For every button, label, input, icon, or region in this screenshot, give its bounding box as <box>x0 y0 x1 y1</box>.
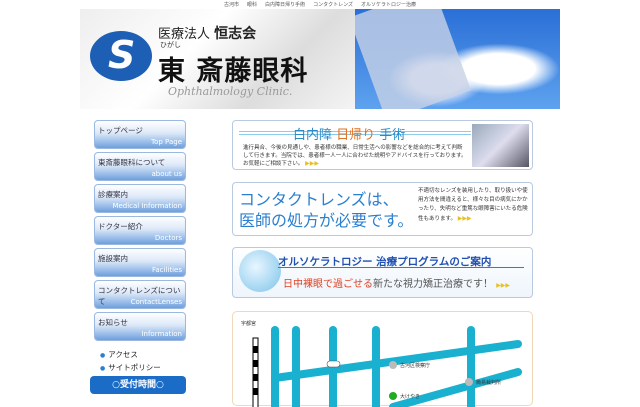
map-label-prosecutors-office: 古河区検察庁 <box>400 363 431 369</box>
orthokeratology-banner[interactable]: オルソケラトロジー 治療プログラムのご案内 日中裸眼で過ごせる新たな視力矯正治療… <box>232 247 533 298</box>
lens-icon <box>239 250 281 292</box>
nav-contact-lenses[interactable]: コンタクトレンズについて ContactLenses <box>94 280 186 309</box>
access-map[interactable]: 宇都宮 古河区検察庁 簡易裁判所 大けやき <box>232 311 533 407</box>
railway-line <box>252 337 259 407</box>
header-sky-image <box>355 9 560 109</box>
nav-doctors[interactable]: ドクター紹介 Doctors <box>94 216 186 245</box>
eye-chart-image <box>355 9 472 109</box>
doctor-photo <box>472 124 529 167</box>
map-label-okeyaki: 大けやき <box>400 394 421 400</box>
keyword: 古河市 <box>224 2 240 8</box>
clinic-logo-icon <box>90 31 152 81</box>
banner-title: 白内障 日帰り 手術 <box>293 128 406 143</box>
sub-links: アクセス サイトポリシー <box>100 349 161 375</box>
map-label-summary-court: 簡易裁判所 <box>476 380 502 386</box>
header-logo-area[interactable]: 医療法人 恒志会 ひがし 東 斎藤眼科 Ophthalmology Clinic… <box>80 9 355 109</box>
nav-information[interactable]: お知らせ Information <box>94 312 186 341</box>
banner-text: 不適切なレンズを装用したり、取り扱いや使用方法を間違えると、様々な目の病気にかか… <box>418 188 528 222</box>
keyword: コンタクトレンズ <box>313 2 353 8</box>
map-roads <box>252 326 522 407</box>
traffic-light-icon <box>326 360 341 368</box>
keyword: 白内障日帰り手術 <box>265 2 306 8</box>
reception-hours-heading: ○受付時間○ <box>90 376 186 394</box>
nav-top-page[interactable]: トップページ Top Page <box>94 120 186 149</box>
banner-subtitle: 日中裸眼で過ごせる新たな視力矯正治療です！ ▶▶▶ <box>283 279 511 290</box>
top-keyword-links: 古河市 眼科 白内障日帰り手術 コンタクトレンズ オルソケラトロジー治療 <box>0 1 640 8</box>
site-policy-link[interactable]: サイトポリシー <box>100 362 161 375</box>
banner-title: コンタクトレンズは、 医師の処方が必要です。 <box>239 190 414 230</box>
keyword: オルソケラトロジー治療 <box>360 2 416 8</box>
divider <box>278 267 524 268</box>
clinic-name: 東 斎藤眼科 <box>158 56 309 87</box>
nav-about-us[interactable]: 東斎藤眼科について about us <box>94 152 186 181</box>
keyword: 眼科 <box>247 2 258 8</box>
cataract-surgery-banner[interactable]: 白内障 日帰り 手術 進行具合、今後の見通しや、患者様の職業、日常生活への影響な… <box>232 120 533 170</box>
english-subtitle: Ophthalmology Clinic. <box>168 85 293 98</box>
map-label-utsunomiya: 宇都宮 <box>241 321 257 327</box>
banner-text: 進行具合、今後の見通しや、患者様の職業、日常生活への影響などを総合的に考えて判断… <box>243 145 467 167</box>
site-header: 医療法人 恒志会 ひがし 東 斎藤眼科 Ophthalmology Clinic… <box>80 9 560 109</box>
nav-facilities[interactable]: 施設案内 Facilities <box>94 248 186 277</box>
access-link[interactable]: アクセス <box>100 349 161 362</box>
contact-lens-banner[interactable]: コンタクトレンズは、 医師の処方が必要です。 不適切なレンズを装用したり、取り扱い… <box>232 182 533 236</box>
sidebar-nav: トップページ Top Page 東斎藤眼科について about us 診療案内 Med… <box>94 120 186 344</box>
nav-medical-information[interactable]: 診療案内 Medical Information <box>94 184 186 213</box>
